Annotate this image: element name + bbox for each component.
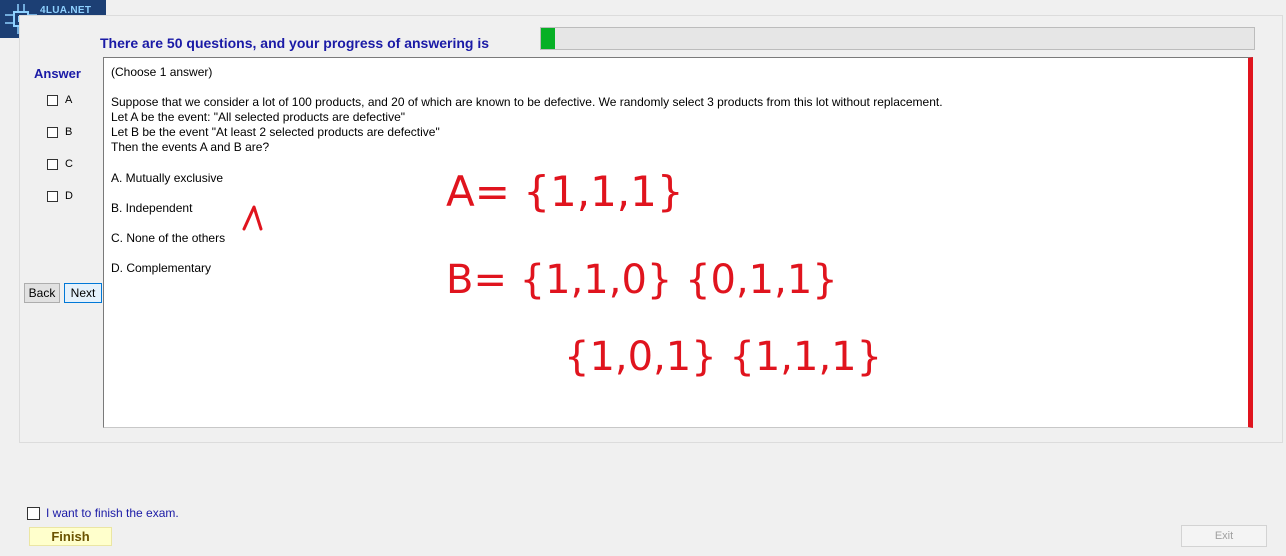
finish-exam-toggle[interactable]: I want to finish the exam.	[27, 506, 179, 520]
back-button[interactable]: Back	[24, 283, 60, 303]
checkbox-c[interactable]	[47, 158, 58, 170]
option-a-label: A	[65, 94, 73, 106]
answer-option-d[interactable]: D	[47, 190, 73, 202]
exit-button[interactable]: Exit	[1181, 525, 1267, 547]
next-button[interactable]: Next	[64, 283, 102, 303]
answer-option-b[interactable]: B	[47, 126, 72, 138]
finish-checkbox[interactable]	[27, 506, 40, 520]
progress-fill	[541, 28, 556, 49]
answer-title: Answer	[34, 66, 81, 81]
checkbox-d[interactable]	[47, 190, 58, 202]
checkbox-a[interactable]	[47, 94, 58, 106]
progress-label: There are 50 questions, and your progres…	[100, 35, 489, 51]
handwritten-line-c: {1,0,1} {1,1,1}	[564, 334, 882, 380]
finish-button[interactable]: Finish	[29, 527, 112, 546]
checkbox-b[interactable]	[47, 126, 58, 138]
option-b-label: B	[65, 126, 73, 138]
option-d-label: D	[65, 190, 73, 202]
question-box: (Choose 1 answer) Suppose that we consid…	[103, 57, 1253, 428]
handwritten-annotations: A= {1,1,1} B= {1,1,0} {0,1,1} {1,0,1} {1…	[242, 167, 882, 380]
finish-checkbox-label: I want to finish the exam.	[46, 506, 179, 520]
handwritten-line-b: B= {1,1,0} {0,1,1}	[446, 257, 838, 303]
option-c-label: C	[65, 158, 73, 170]
handwritten-line-a: A= {1,1,1}	[446, 167, 684, 216]
answer-option-a[interactable]: A	[47, 94, 72, 106]
checkmark-icon	[242, 205, 263, 231]
answer-option-c[interactable]: C	[47, 158, 73, 170]
progress-bar	[540, 27, 1255, 50]
